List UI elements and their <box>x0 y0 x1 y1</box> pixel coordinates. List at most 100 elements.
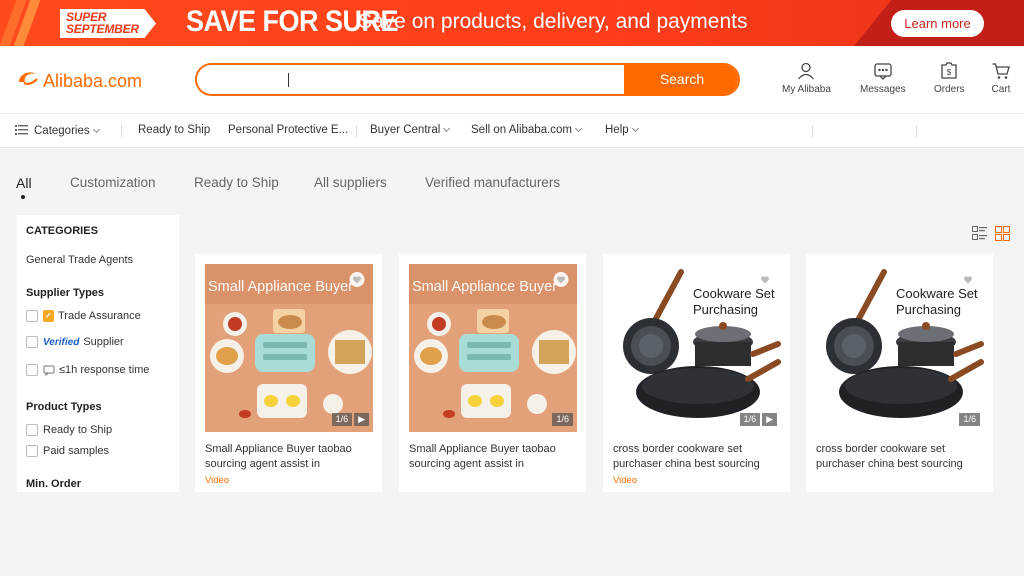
verified-logo: Verified <box>43 336 80 348</box>
message-icon <box>874 63 892 80</box>
filter-ready-to-ship[interactable]: Ready to Ship <box>26 424 112 436</box>
image-counter-badge: 1/6 ▶ <box>739 413 777 426</box>
alibaba-logo-icon <box>16 68 40 94</box>
chevron-down-icon <box>443 124 451 133</box>
tab-ready-to-ship[interactable]: Ready to Ship <box>194 175 279 190</box>
buyer-central-label: Buyer Central <box>370 124 441 136</box>
svg-text:$: $ <box>947 68 952 77</box>
category-general-trade-agents[interactable]: General Trade Agents <box>26 254 133 266</box>
tab-all[interactable]: All <box>16 175 32 191</box>
product-card[interactable]: Cookware Set Purchasing 1/6 ▶ cross borde… <box>603 254 790 492</box>
grid-view-icon[interactable] <box>995 226 1010 241</box>
tag-line-2: SEPTEMBER <box>66 22 139 36</box>
image-caption: Small Appliance Buyer <box>208 279 354 295</box>
categories-heading: CATEGORIES <box>26 225 98 237</box>
learn-more-button[interactable]: Learn more <box>891 10 984 37</box>
menu-icon <box>15 125 28 135</box>
image-counter: 1/6 <box>739 413 761 426</box>
active-tab-indicator <box>21 195 25 199</box>
alibaba-logo[interactable]: Alibaba.com <box>16 68 142 94</box>
product-image[interactable]: Small Appliance Buyer 1/6 ▶ <box>205 264 373 432</box>
product-card[interactable]: Small Appliance Buyer 1/6 ▶ Small Applian… <box>195 254 382 492</box>
checkbox[interactable] <box>26 310 38 322</box>
checkbox[interactable] <box>26 424 38 436</box>
response-time-label: ≤1h response time <box>59 364 150 376</box>
nav-buyer-central[interactable]: Buyer Central <box>370 124 451 136</box>
super-september-tag: SUPER SEPTEMBER <box>60 9 156 38</box>
favorite-heart-icon[interactable] <box>349 272 365 287</box>
image-counter: 1/6 <box>552 413 573 426</box>
nav-divider <box>916 125 917 138</box>
ready-to-ship-label: Ready to Ship <box>43 424 113 436</box>
checkbox[interactable] <box>26 445 38 457</box>
chevron-down-icon <box>92 125 100 134</box>
nav-divider <box>121 125 122 138</box>
search-input[interactable] <box>211 68 611 92</box>
paid-samples-label: Paid samples <box>43 445 110 457</box>
chat-icon <box>43 365 55 376</box>
filter-verified-supplier[interactable]: Verified Supplier <box>26 336 124 348</box>
nav-sell-on-alibaba[interactable]: Sell on Alibaba.com <box>471 124 583 136</box>
cart-icon <box>992 63 1010 79</box>
sell-on-alibaba-label: Sell on Alibaba.com <box>471 124 573 136</box>
filter-response-time[interactable]: ≤1h response time <box>26 364 149 376</box>
product-image[interactable]: Cookware Set Purchasing 1/6 ▶ <box>613 264 781 432</box>
favorite-heart-icon[interactable] <box>757 272 773 287</box>
orders-icon: $ <box>941 62 957 79</box>
site-header: Alibaba.com Search My Alibaba Messages $… <box>0 46 1024 113</box>
image-counter-badge: 1/6 <box>959 413 980 426</box>
favorite-heart-icon[interactable] <box>960 272 976 287</box>
nav-help[interactable]: Help <box>605 124 639 136</box>
image-caption: Cookware Set Purchasing <box>693 286 775 317</box>
my-alibaba-label: My Alibaba <box>782 84 831 95</box>
trade-assurance-icon: ✓ <box>43 310 54 322</box>
min-order-heading: Min. Order <box>26 478 82 490</box>
cart-label: Cart <box>991 84 1011 95</box>
my-alibaba-link[interactable]: My Alibaba <box>782 61 831 95</box>
categories-label: Categories <box>34 125 90 137</box>
search-bar: Search <box>195 63 740 96</box>
product-title[interactable]: cross border cookware set purchaser chin… <box>816 442 988 472</box>
tab-customization[interactable]: Customization <box>70 175 156 190</box>
nav-personal-protective[interactable]: Personal Protective E... <box>228 124 348 136</box>
video-tag: Video <box>613 475 638 486</box>
filter-paid-samples[interactable]: Paid samples <box>26 445 109 457</box>
tab-all-suppliers[interactable]: All suppliers <box>314 175 387 190</box>
nav-divider <box>356 125 357 138</box>
supplier-label: Supplier <box>83 336 124 348</box>
image-caption: Cookware Set Purchasing <box>896 286 978 317</box>
image-counter-badge: 1/6 <box>552 413 573 426</box>
checkbox[interactable] <box>26 336 38 348</box>
messages-link[interactable]: Messages <box>860 61 906 95</box>
product-image[interactable]: Small Appliance Buyer 1/6 <box>409 264 577 432</box>
product-title[interactable]: Small Appliance Buyer taobao sourcing ag… <box>409 442 581 472</box>
cart-link[interactable]: Cart <box>991 61 1011 95</box>
product-image[interactable]: Cookware Set Purchasing 1/6 <box>816 264 984 432</box>
product-card[interactable]: Small Appliance Buyer 1/6 Small Applianc… <box>399 254 586 492</box>
promo-banner[interactable]: SUPER SEPTEMBER SAVE FOR SURE Save on pr… <box>0 0 1024 46</box>
supplier-types-heading: Supplier Types <box>26 287 105 299</box>
text-cursor <box>288 73 289 87</box>
categories-menu[interactable]: Categories <box>15 124 100 137</box>
nav-ready-to-ship[interactable]: Ready to Ship <box>138 124 210 136</box>
search-button[interactable]: Search <box>624 65 738 94</box>
messages-label: Messages <box>860 84 906 95</box>
logo-text: Alibaba.com <box>43 70 143 91</box>
nav-divider <box>812 125 813 138</box>
filter-sidebar: CATEGORIES General Trade Agents Supplier… <box>17 215 179 492</box>
image-counter: 1/6 <box>331 413 353 426</box>
list-view-icon[interactable] <box>972 226 987 241</box>
product-title[interactable]: cross border cookware set purchaser chin… <box>613 442 785 472</box>
tab-verified-manufacturers[interactable]: Verified manufacturers <box>425 175 560 190</box>
help-label: Help <box>605 124 629 136</box>
orders-link[interactable]: $ Orders <box>934 61 965 95</box>
product-types-heading: Product Types <box>26 401 102 413</box>
video-tag: Video <box>205 475 230 486</box>
checkbox[interactable] <box>26 364 38 376</box>
favorite-heart-icon[interactable] <box>553 272 569 287</box>
image-caption: Small Appliance Buyer <box>412 279 558 295</box>
product-title[interactable]: Small Appliance Buyer taobao sourcing ag… <box>205 442 377 472</box>
filter-trade-assurance[interactable]: ✓ Trade Assurance <box>26 310 141 322</box>
play-icon: ▶ <box>762 413 777 426</box>
product-card[interactable]: Cookware Set Purchasing 1/6 cross border… <box>806 254 993 492</box>
